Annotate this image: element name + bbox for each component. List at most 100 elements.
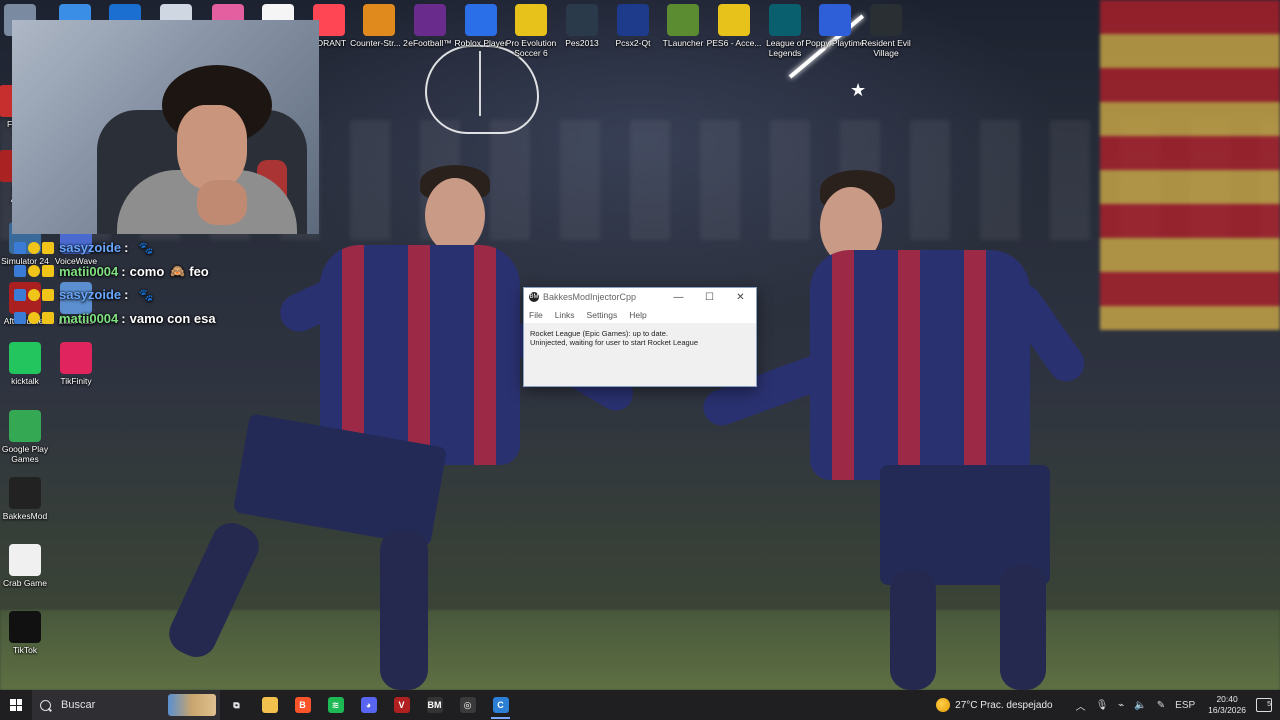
chevron-up-icon[interactable]: ︿ <box>1076 698 1086 713</box>
voicemeeter-icon: V <box>393 697 410 713</box>
desktop-icon[interactable]: Crab Game <box>0 544 55 588</box>
gift-badge-icon <box>28 312 40 325</box>
maximize-button[interactable]: ☐ <box>694 292 725 303</box>
chat-message-text: vamo con esa <box>129 310 216 326</box>
subscriber-badge-icon <box>42 241 54 254</box>
moderator-badge-icon <box>14 288 26 301</box>
start-button[interactable] <box>0 690 32 720</box>
chat-message: sasyzoide : 🐾 <box>14 283 216 307</box>
subscriber-badge-icon <box>42 265 54 278</box>
weather-temp: 27°C <box>955 699 978 711</box>
pen-icon[interactable]: ✎ <box>1157 700 1165 711</box>
desktop-icon[interactable]: TikTok <box>0 611 55 655</box>
desktop-icon[interactable]: Resident Evil Village <box>856 4 916 58</box>
network-icon[interactable]: ⌁ <box>1118 700 1124 711</box>
menu-file[interactable]: File <box>529 310 543 320</box>
taskbar-app-discord[interactable]: ◕ <box>352 690 385 720</box>
player-right <box>698 165 1100 690</box>
tiktok-icon <box>9 611 41 643</box>
google-play-games-icon <box>9 410 41 442</box>
counter-strike-icon <box>363 4 395 36</box>
bakkesmod-app-icon: BM <box>529 292 539 302</box>
star-sticker: ★ <box>850 80 867 100</box>
chat-message: matii0004 : como 🙈 feo <box>14 260 216 284</box>
efootball-icon <box>414 4 446 36</box>
bakkesmod-taskbar-icon: BM <box>426 697 443 713</box>
menu-help[interactable]: Help <box>629 310 646 320</box>
subscriber-badge-icon <box>42 288 54 301</box>
taskbar-app-brave[interactable]: B <box>286 690 319 720</box>
notification-count: 5 <box>1267 701 1271 708</box>
moderator-badge-icon <box>14 265 26 278</box>
taskbar-app-task-view[interactable]: ⧉ <box>220 690 253 720</box>
minimize-button[interactable]: — <box>663 292 694 303</box>
weather-sun-icon <box>936 698 951 712</box>
taskbar-search[interactable]: Buscar <box>32 690 220 720</box>
language-indicator[interactable]: ESP <box>1175 700 1195 711</box>
notification-center-icon[interactable]: 5 <box>1256 698 1272 712</box>
obs-icon: ◎ <box>459 697 476 713</box>
tikfinity-icon <box>60 342 92 374</box>
moderator-badge-icon <box>14 241 26 254</box>
clock-time: 20:40 <box>1216 694 1238 704</box>
weather-desc: Prac. despejado <box>980 699 1053 711</box>
chat-message-text: como <box>129 263 165 279</box>
moderator-badge-icon <box>14 312 26 325</box>
subscriber-badge-icon <box>42 312 54 325</box>
weather-widget[interactable]: 27°C Prac. despejado <box>936 698 1053 712</box>
chat-username: matii0004 <box>59 310 119 326</box>
clock-date: 16/3/2026 <box>1208 705 1246 715</box>
crab-game-icon <box>9 544 41 576</box>
desktop-icon[interactable]: Google Play Games <box>0 410 55 464</box>
pes6-shortcut-icon <box>718 4 750 36</box>
discord-icon: ◕ <box>360 697 377 713</box>
volume-icon[interactable]: 🔈 <box>1134 700 1146 711</box>
chat-username: matii0004 <box>59 263 119 279</box>
gift-badge-icon <box>28 241 40 254</box>
search-placeholder: Buscar <box>61 699 96 711</box>
taskbar-app-obs[interactable]: ◎ <box>451 690 484 720</box>
taskbar: Buscar ⧉ B ≋ ◕ V BM ◎ C 27°C Prac. despejado ︿ … <box>0 690 1280 720</box>
taskbar-app-refresh-app[interactable]: C <box>484 690 517 720</box>
taskbar-app-file-explorer[interactable] <box>253 690 286 720</box>
gift-badge-icon <box>28 288 40 301</box>
chat-emote-icon: 🐾 <box>138 240 154 255</box>
taskbar-app-bakkesmod[interactable]: BM <box>418 690 451 720</box>
player-left <box>162 160 640 690</box>
microphone-icon[interactable]: 🎙 <box>1096 700 1109 711</box>
taskbar-app-spotify[interactable]: ≋ <box>319 690 352 720</box>
striped-flag <box>1100 0 1280 330</box>
stream-chat-overlay: sasyzoide : 🐾 matii0004 : como 🙈 feo sasyzoide… <box>14 236 216 330</box>
desktop-icon[interactable]: BakkesMod <box>0 477 55 521</box>
bakkesmod-injector-window[interactable]: BM BakkesModInjectorCpp — ☐ ✕ File Links… <box>523 287 757 387</box>
menu-links[interactable]: Links <box>555 310 575 320</box>
desktop-icon-label: Resident Evil Village <box>861 38 911 58</box>
status-line-injection: Uninjected, waiting for user to start Ro… <box>530 338 699 347</box>
menu-settings[interactable]: Settings <box>587 310 618 320</box>
clock[interactable]: 20:40 16/3/2026 <box>1208 694 1246 716</box>
chat-emote-icon: 🐾 <box>138 287 154 302</box>
brain-sticker <box>425 45 539 134</box>
chat-separator: : <box>121 263 126 279</box>
poppy-icon <box>819 4 851 36</box>
gift-badge-icon <box>28 265 40 278</box>
close-button[interactable]: ✕ <box>725 292 756 303</box>
taskbar-apps: ⧉ B ≋ ◕ V BM ◎ C <box>220 690 517 720</box>
chat-username: sasyzoide <box>59 287 122 303</box>
taskbar-app-voicemeeter[interactable]: V <box>385 690 418 720</box>
league-icon <box>769 4 801 36</box>
minecraft-icon <box>667 4 699 36</box>
desktop-icon-label: TikTok <box>12 645 38 655</box>
windows-logo-icon <box>10 699 22 711</box>
pcsx2-icon <box>617 4 649 36</box>
desktop-icon-label: TikFinity <box>60 376 92 386</box>
window-titlebar[interactable]: BM BakkesModInjectorCpp — ☐ ✕ <box>524 288 756 306</box>
chat-separator: : <box>124 287 129 303</box>
desktop-icon[interactable]: TikFinity <box>46 342 106 386</box>
chat-username: sasyzoide <box>59 240 122 256</box>
bakkesmod-icon <box>9 477 41 509</box>
folder-icon <box>261 697 278 713</box>
chat-separator: : <box>124 240 129 256</box>
search-icon <box>40 699 51 711</box>
chat-emote-icon: 🙈 <box>170 264 186 279</box>
